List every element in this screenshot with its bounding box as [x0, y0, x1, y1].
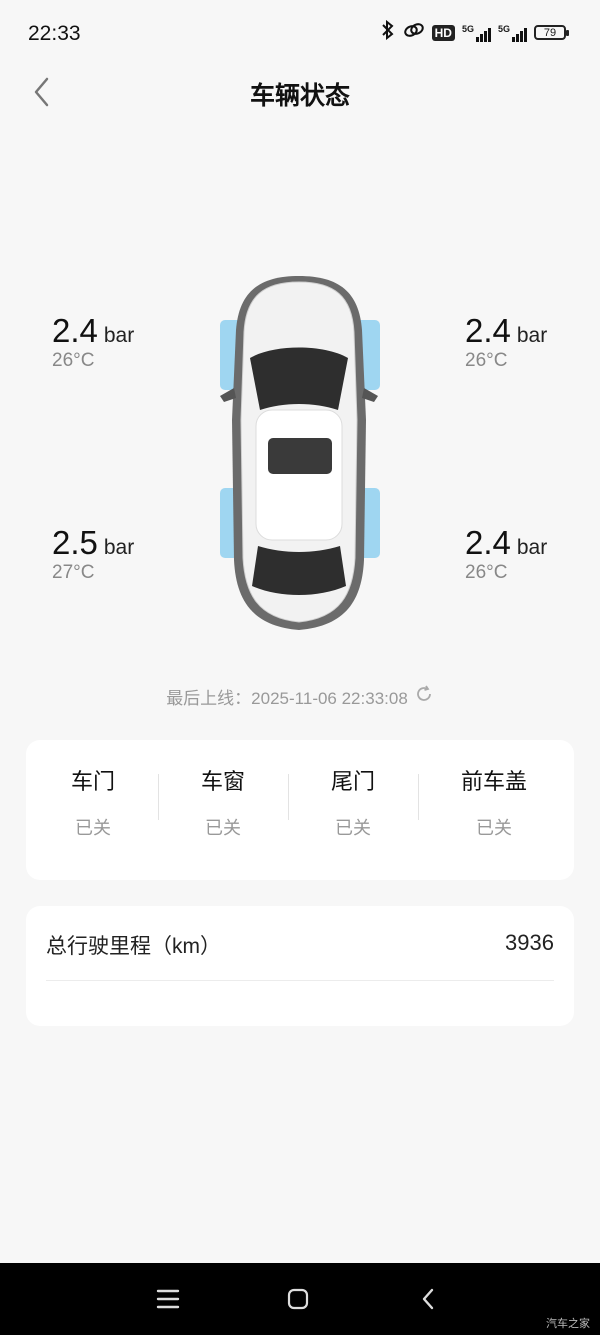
car-top-view-illustration	[214, 270, 384, 635]
tire-pressure: 2.4	[465, 312, 511, 349]
divider	[46, 980, 554, 981]
tire-temp: 26°C	[52, 350, 95, 371]
tire-temp: 26°C	[465, 562, 508, 583]
system-back-button[interactable]	[412, 1283, 444, 1315]
tire-unit: bar	[516, 324, 548, 347]
header: 车辆状态	[0, 62, 600, 122]
tire-temp: 27°C	[52, 562, 95, 583]
tire-unit: bar	[103, 324, 135, 347]
status-icons: HD 5G 5G 79	[380, 19, 569, 45]
system-nav-bar: 汽车之家	[0, 1263, 600, 1335]
status-item-value: 已关	[205, 818, 241, 838]
tire-pressure: 2.5	[52, 524, 98, 561]
status-item-value: 已关	[75, 818, 111, 838]
tire-temp: 26°C	[465, 350, 508, 371]
last-online-row: 最后上线：2025-11-06 22:33:08	[0, 684, 600, 709]
link-icon	[403, 21, 425, 44]
refresh-icon[interactable]	[414, 684, 434, 709]
page-title: 车辆状态	[249, 82, 350, 110]
status-item-label: 车门	[70, 769, 115, 794]
tire-unit: bar	[516, 536, 548, 559]
watermark: 汽车之家	[546, 1318, 590, 1330]
hd-badge: HD	[431, 24, 455, 41]
status-item-door: 车门 已关	[28, 764, 158, 840]
status-time: 22:33	[28, 22, 81, 45]
home-icon	[287, 1288, 309, 1310]
tire-rear-right: 2.4 bar 26°C	[465, 524, 547, 584]
status-item-label: 车窗	[200, 769, 245, 794]
tire-pressure: 2.4	[52, 312, 98, 349]
mileage-label: 总行驶里程（km）	[46, 935, 221, 958]
tire-front-left: 2.4 bar 26°C	[52, 312, 134, 372]
tire-rear-left: 2.5 bar 27°C	[52, 524, 134, 584]
mileage-value: 3936	[505, 930, 554, 955]
status-item-hood: 前车盖 已关	[429, 764, 559, 840]
last-online-text: 最后上线：2025-11-06 22:33:08	[166, 689, 408, 708]
home-button[interactable]	[282, 1283, 314, 1315]
tire-unit: bar	[103, 536, 135, 559]
signal-sim2-icon: 5G	[498, 24, 527, 42]
tire-pressure: 2.4	[465, 524, 511, 561]
status-item-label: 前车盖	[460, 769, 527, 794]
battery-icon: 79	[534, 25, 569, 40]
status-item-label: 尾门	[330, 769, 375, 794]
status-item-value: 已关	[476, 818, 512, 838]
status-bar: 22:33 HD 5G 5G 79	[0, 0, 600, 70]
tire-front-right: 2.4 bar 26°C	[465, 312, 547, 372]
status-item-tailgate: 尾门 已关	[288, 764, 418, 840]
menu-icon	[156, 1289, 180, 1309]
divider	[418, 774, 419, 820]
mileage-card: 总行驶里程（km） 3936	[26, 906, 574, 1026]
vehicle-status-card: 车门 已关 车窗 已关 尾门 已关 前车盖 已关	[26, 740, 574, 880]
bluetooth-icon	[380, 19, 396, 45]
status-item-window: 车窗 已关	[158, 764, 288, 840]
status-item-value: 已关	[335, 818, 371, 838]
signal-sim1-icon: 5G	[462, 24, 491, 42]
back-icon	[422, 1288, 434, 1310]
menu-button[interactable]	[152, 1283, 184, 1315]
